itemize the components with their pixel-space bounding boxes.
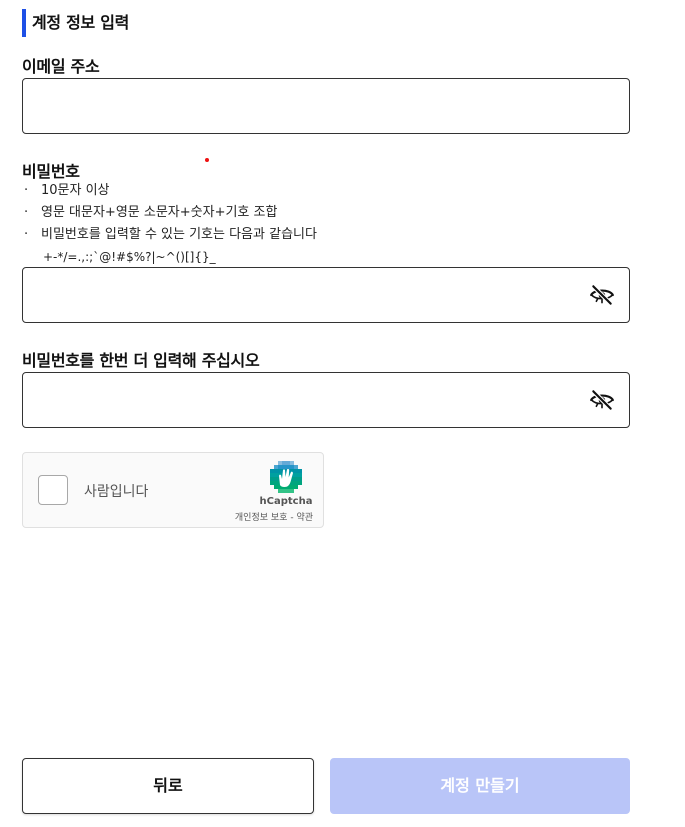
password-rule-length: · 10문자 이상 xyxy=(24,183,110,198)
password-confirm-field-box xyxy=(22,372,630,428)
password-rule-combination: · 영문 대문자+영문 소문자+숫자+기호 조합 xyxy=(24,205,278,220)
email-input[interactable] xyxy=(23,79,591,133)
back-button[interactable]: 뒤로 xyxy=(22,758,314,814)
allowed-symbols: +-*/=.,:;`@!#$%?|~^()[]{}_ xyxy=(43,250,216,264)
password-confirm-label: 비밀번호를 한번 더 입력해 주십시오 xyxy=(22,351,260,370)
hcaptcha-logo-icon xyxy=(270,461,302,493)
password-confirm-input[interactable] xyxy=(23,373,591,427)
eye-off-icon[interactable] xyxy=(589,282,615,308)
marker-dot xyxy=(205,158,209,162)
captcha-links: 개인정보 보호 - 약관 xyxy=(235,510,313,523)
password-input[interactable] xyxy=(23,268,591,322)
create-account-button[interactable]: 계정 만들기 xyxy=(330,758,630,814)
hcaptcha-brand: hCaptcha xyxy=(259,496,313,507)
email-field-box xyxy=(22,78,630,134)
section-title: 계정 정보 입력 xyxy=(22,9,129,37)
privacy-link[interactable]: 개인정보 보호 xyxy=(235,513,288,523)
captcha-checkbox[interactable] xyxy=(38,475,68,505)
password-rules: · 10문자 이상 · 영문 대문자+영문 소문자+숫자+기호 조합 · 비밀번호를 … xyxy=(22,180,317,268)
captcha-checkbox-label: 사람입니다 xyxy=(84,484,149,500)
eye-off-icon[interactable] xyxy=(589,387,615,413)
terms-link[interactable]: 약관 xyxy=(296,513,313,523)
password-field-box xyxy=(22,267,630,323)
hcaptcha-widget: 사람입니다 hCaptcha 개인정보 보호 - 약관 xyxy=(22,452,324,528)
password-label: 비밀번호 xyxy=(22,162,80,181)
password-rule-symbols: · 비밀번호를 입력할 수 있는 기호는 다음과 같습니다 xyxy=(24,227,317,242)
email-label: 이메일 주소 xyxy=(22,57,100,76)
